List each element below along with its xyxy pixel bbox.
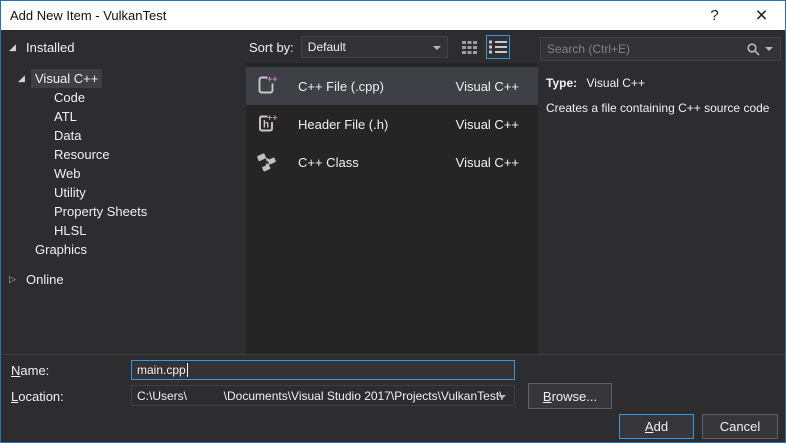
chevron-down-icon[interactable] (498, 395, 506, 399)
sidebar-item-label: Data (50, 126, 85, 145)
sidebar-item-property-sheets[interactable]: Property Sheets (1, 202, 246, 221)
chevron-down-icon (433, 46, 441, 50)
sidebar-item-hlsl[interactable]: HLSL (1, 221, 246, 240)
template-row-cpp-class[interactable]: C++ Class Visual C++ (246, 143, 538, 181)
sidebar-item-label: Graphics (31, 240, 91, 259)
sidebar-item-utility[interactable]: Utility (1, 183, 246, 202)
name-value: main.cpp (137, 363, 186, 377)
close-icon: × (755, 4, 767, 28)
sidebar-item-online[interactable]: ▷ Online (1, 270, 246, 289)
text-caret (187, 363, 188, 377)
tree-collapsed-icon[interactable]: ▷ (9, 275, 22, 285)
sidebar-item-label: Visual C++ (31, 69, 102, 88)
name-label: Name: (11, 363, 49, 378)
cancel-button-label: Cancel (720, 419, 760, 434)
tree-expanded-icon[interactable]: ◢ (9, 43, 22, 53)
template-type-row: Type: Visual C++ (546, 76, 645, 90)
location-combobox[interactable]: C:\Users\ \Documents\Visual Studio 2017\… (131, 385, 515, 406)
sidebar-item-label: HLSL (50, 221, 91, 240)
template-category: Visual C++ (456, 117, 519, 132)
template-name: C++ Class (298, 155, 456, 170)
template-description: Creates a file containing C++ source cod… (546, 101, 769, 115)
template-row-header-file[interactable]: h ++ Header File (.h) Visual C++ (246, 105, 538, 143)
tree-expanded-icon[interactable]: ◢ (18, 74, 31, 84)
sidebar-item-graphics[interactable]: Graphics (1, 240, 246, 259)
template-row-cpp-file[interactable]: ++ C++ File (.cpp) Visual C++ (246, 67, 538, 105)
name-input[interactable]: main.cpp (131, 360, 515, 380)
category-tree: ◢ Installed ◢ Visual C++ Code ATL Data R… (1, 31, 246, 354)
svg-text:++: ++ (267, 113, 278, 123)
type-label: Type: (546, 76, 577, 90)
add-button-label: Add (645, 419, 668, 434)
sidebar-item-resource[interactable]: Resource (1, 145, 246, 164)
template-list: ++ C++ File (.cpp) Visual C++ h ++ Heade… (246, 63, 538, 354)
template-name: C++ File (.cpp) (298, 79, 456, 94)
sidebar-item-label: Code (50, 88, 89, 107)
sort-bar: Sort by: Default (246, 31, 538, 63)
sidebar-item-installed[interactable]: ◢ Installed (1, 38, 246, 57)
footer: Name: main.cpp Location: C:\Users\ \Docu… (1, 354, 785, 442)
sidebar-item-label: Property Sheets (50, 202, 151, 221)
location-value: C:\Users\ \Documents\Visual Studio 2017\… (137, 389, 503, 403)
template-category: Visual C++ (456, 79, 519, 94)
grid-view-icon (462, 40, 477, 55)
sort-dropdown[interactable]: Default (301, 36, 448, 58)
template-category: Visual C++ (456, 155, 519, 170)
sidebar-item-label: Online (22, 270, 68, 289)
help-button[interactable]: ? (691, 1, 738, 30)
add-button[interactable]: Add (619, 414, 694, 439)
sidebar-item-atl[interactable]: ATL (1, 107, 246, 126)
list-view-icon (488, 39, 508, 55)
list-view-button[interactable] (486, 35, 510, 59)
location-label: Location: (11, 389, 64, 404)
header-file-icon: h ++ (255, 112, 279, 136)
type-value: Visual C++ (586, 76, 644, 90)
cancel-button[interactable]: Cancel (702, 414, 778, 439)
sidebar-item-label: Resource (50, 145, 114, 164)
search-icon (746, 42, 761, 57)
browse-button[interactable]: Browse... (528, 383, 612, 409)
sidebar-item-label: Utility (50, 183, 90, 202)
close-button[interactable]: × (738, 1, 785, 30)
sidebar-item-data[interactable]: Data (1, 126, 246, 145)
sidebar-item-label: Installed (22, 38, 78, 57)
cpp-file-icon: ++ (255, 74, 279, 98)
help-icon: ? (710, 7, 718, 24)
search-input[interactable]: Search (Ctrl+E) (540, 37, 781, 61)
title-bar: Add New Item - VulkanTest ? × (1, 1, 785, 30)
window-title: Add New Item - VulkanTest (1, 8, 691, 23)
browse-button-label: Browse... (543, 389, 597, 404)
sort-dropdown-value: Default (308, 40, 346, 54)
sidebar-item-label: ATL (50, 107, 81, 126)
search-options-chevron-icon[interactable] (765, 47, 773, 51)
template-name: Header File (.h) (298, 117, 456, 132)
details-panel: Search (Ctrl+E) Type: Visual C++ Creates… (538, 31, 785, 354)
sidebar-item-visual-cpp[interactable]: ◢ Visual C++ (1, 69, 246, 88)
sidebar-item-code[interactable]: Code (1, 88, 246, 107)
search-placeholder: Search (Ctrl+E) (541, 42, 746, 56)
sidebar-item-label: Web (50, 164, 85, 183)
medium-icons-view-button[interactable] (459, 36, 481, 58)
sort-by-label: Sort by: (249, 40, 294, 55)
svg-text:++: ++ (267, 74, 278, 84)
cpp-class-icon (255, 150, 279, 174)
add-new-item-dialog: Add New Item - VulkanTest ? × ◢ Installe… (0, 0, 786, 443)
sidebar-item-web[interactable]: Web (1, 164, 246, 183)
